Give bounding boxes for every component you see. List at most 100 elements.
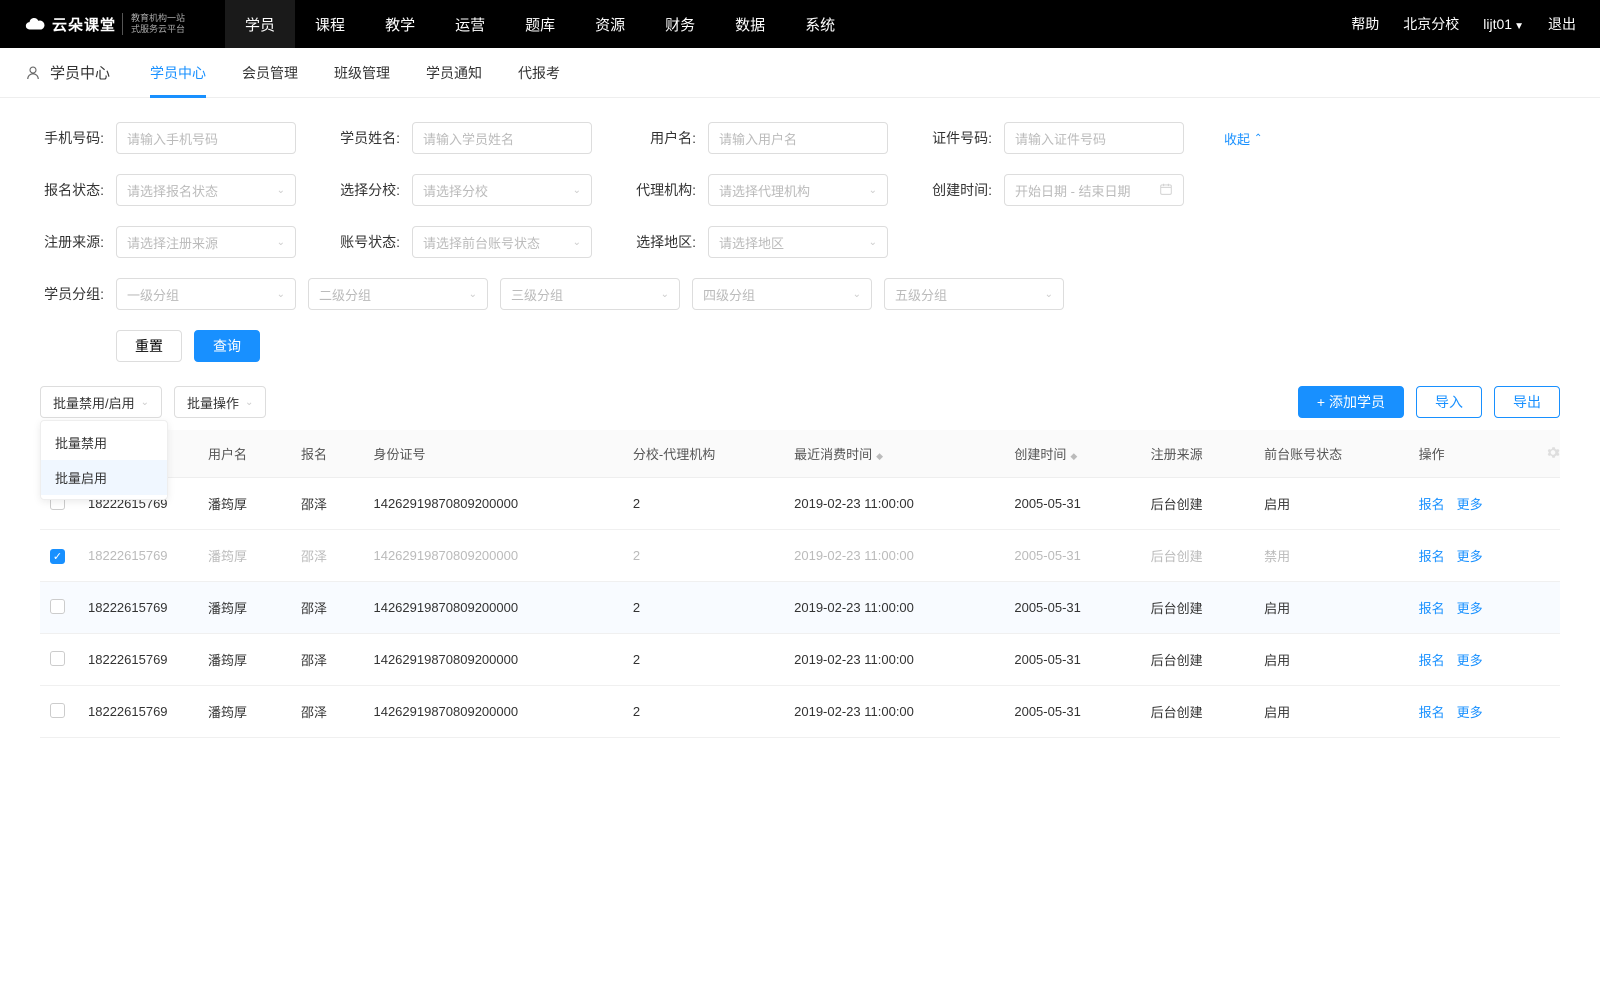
user-menu[interactable]: lijt01▼ <box>1483 16 1524 32</box>
filter-select[interactable]: 请选择代理机构⌄ <box>708 174 888 206</box>
row-checkbox[interactable] <box>50 651 65 666</box>
dropdown-item[interactable]: 批量禁用 <box>41 425 167 460</box>
logout-link[interactable]: 退出 <box>1548 14 1576 34</box>
import-button[interactable]: 导入 <box>1416 386 1482 418</box>
filter-select[interactable]: 请选择分校⌄ <box>412 174 592 206</box>
cell-phone: 18222615769 <box>78 582 198 634</box>
row-checkbox[interactable] <box>50 703 65 718</box>
export-button[interactable]: 导出 <box>1494 386 1560 418</box>
col-source[interactable]: 注册来源 <box>1141 430 1254 478</box>
query-button[interactable]: 查询 <box>194 330 260 362</box>
subnav-item[interactable]: 会员管理 <box>242 48 298 98</box>
cell-created: 2005-05-31 <box>1004 582 1140 634</box>
subnav-item[interactable]: 班级管理 <box>334 48 390 98</box>
add-student-button[interactable]: + 添加学员 <box>1298 386 1404 418</box>
more-link[interactable]: 更多 <box>1457 549 1483 564</box>
student-icon <box>24 64 42 82</box>
dropdown-item[interactable]: 批量启用 <box>41 460 167 495</box>
signup-link[interactable]: 报名 <box>1419 705 1445 720</box>
filter-select[interactable]: 请选择报名状态⌄ <box>116 174 296 206</box>
more-link[interactable]: 更多 <box>1457 601 1483 616</box>
col-signup[interactable]: 报名 <box>291 430 364 478</box>
filter-label: 代理机构: <box>632 180 696 200</box>
signup-link[interactable]: 报名 <box>1419 653 1445 668</box>
row-checkbox[interactable] <box>50 599 65 614</box>
filter-item: 选择分校:请选择分校⌄ <box>336 174 592 206</box>
filter-label: 用户名: <box>632 128 696 148</box>
gear-icon[interactable] <box>1546 445 1560 462</box>
filter-select[interactable]: 请选择地区⌄ <box>708 226 888 258</box>
help-link[interactable]: 帮助 <box>1351 14 1379 34</box>
more-link[interactable]: 更多 <box>1457 653 1483 668</box>
table-head: 用户名 报名 身份证号 分校-代理机构 最近消费时间◆ 创建时间◆ 注册来源 前… <box>40 430 1560 478</box>
sort-icon: ◆ <box>1070 451 1077 461</box>
student-table-wrap: 用户名 报名 身份证号 分校-代理机构 最近消费时间◆ 创建时间◆ 注册来源 前… <box>0 430 1600 738</box>
cell-created: 2005-05-31 <box>1004 530 1140 582</box>
subnav-item[interactable]: 学员中心 <box>150 48 206 98</box>
col-last-spend[interactable]: 最近消费时间◆ <box>784 430 1004 478</box>
collapse-link[interactable]: 收起 ⌃ <box>1224 129 1262 148</box>
signup-link[interactable]: 报名 <box>1419 549 1445 564</box>
signup-link[interactable]: 报名 <box>1419 601 1445 616</box>
filter-item: 账号状态:请选择前台账号状态⌄ <box>336 226 592 258</box>
topnav-item[interactable]: 题库 <box>505 0 575 48</box>
cell-username: 潘筠厚 <box>198 530 291 582</box>
row-checkbox[interactable]: ✓ <box>50 549 65 564</box>
cell-last_spend: 2019-02-23 11:00:00 <box>784 582 1004 634</box>
topnav-item[interactable]: 教学 <box>365 0 435 48</box>
cell-source: 后台创建 <box>1141 582 1254 634</box>
topnav-item[interactable]: 系统 <box>785 0 855 48</box>
filter-buttons: 重置 查询 <box>40 330 1560 362</box>
topnav-item[interactable]: 学员 <box>225 0 295 48</box>
subnav-item[interactable]: 代报考 <box>518 48 560 98</box>
more-link[interactable]: 更多 <box>1457 705 1483 720</box>
cell-username: 潘筠厚 <box>198 478 291 530</box>
branch-link[interactable]: 北京分校 <box>1403 14 1459 34</box>
group-select[interactable]: 四级分组⌄ <box>692 278 872 310</box>
filter-input[interactable]: 请输入学员姓名 <box>412 122 592 154</box>
group-select[interactable]: 二级分组⌄ <box>308 278 488 310</box>
batch-action-button[interactable]: 批量操作 ⌄ <box>174 386 266 418</box>
cell-branch: 2 <box>623 686 784 738</box>
cell-signup: 邵泽 <box>291 634 364 686</box>
filter-select[interactable]: 请选择前台账号状态⌄ <box>412 226 592 258</box>
filter-input[interactable]: 请输入用户名 <box>708 122 888 154</box>
signup-link[interactable]: 报名 <box>1419 497 1445 512</box>
cell-signup: 邵泽 <box>291 530 364 582</box>
chevron-down-icon: ⌄ <box>1045 289 1053 300</box>
topnav-item[interactable]: 财务 <box>645 0 715 48</box>
col-username[interactable]: 用户名 <box>198 430 291 478</box>
filter-item: 创建时间:开始日期 - 结束日期 <box>928 174 1184 206</box>
filter-input[interactable]: 请输入手机号码 <box>116 122 296 154</box>
col-id-no[interactable]: 身份证号 <box>363 430 622 478</box>
date-range-input[interactable]: 开始日期 - 结束日期 <box>1004 174 1184 206</box>
filter-select[interactable]: 请选择注册来源⌄ <box>116 226 296 258</box>
col-branch[interactable]: 分校-代理机构 <box>623 430 784 478</box>
cell-phone: 18222615769 <box>78 634 198 686</box>
topnav-item[interactable]: 运营 <box>435 0 505 48</box>
cell-branch: 2 <box>623 634 784 686</box>
col-created[interactable]: 创建时间◆ <box>1004 430 1140 478</box>
chevron-down-icon: ⌄ <box>141 397 149 408</box>
chevron-down-icon: ⌄ <box>469 289 477 300</box>
group-select[interactable]: 五级分组⌄ <box>884 278 1064 310</box>
group-select[interactable]: 三级分组⌄ <box>500 278 680 310</box>
more-link[interactable]: 更多 <box>1457 497 1483 512</box>
group-select[interactable]: 一级分组⌄ <box>116 278 296 310</box>
topnav-item[interactable]: 资源 <box>575 0 645 48</box>
subnav-item[interactable]: 学员通知 <box>426 48 482 98</box>
batch-toggle-button[interactable]: 批量禁用/启用 ⌄ <box>40 386 162 418</box>
topnav-item[interactable]: 课程 <box>295 0 365 48</box>
cell-signup: 邵泽 <box>291 582 364 634</box>
cell-created: 2005-05-31 <box>1004 478 1140 530</box>
filter-input[interactable]: 请输入证件号码 <box>1004 122 1184 154</box>
chevron-down-icon: ⌄ <box>869 237 877 248</box>
cell-source: 后台创建 <box>1141 686 1254 738</box>
brand-subtitle: 教育机构一站 式服务云平台 <box>122 13 185 35</box>
cell-created: 2005-05-31 <box>1004 686 1140 738</box>
col-status[interactable]: 前台账号状态 <box>1254 430 1408 478</box>
reset-button[interactable]: 重置 <box>116 330 182 362</box>
cell-username: 潘筠厚 <box>198 582 291 634</box>
topnav-item[interactable]: 数据 <box>715 0 785 48</box>
cell-id_no: 14262919870809200000 <box>363 478 622 530</box>
